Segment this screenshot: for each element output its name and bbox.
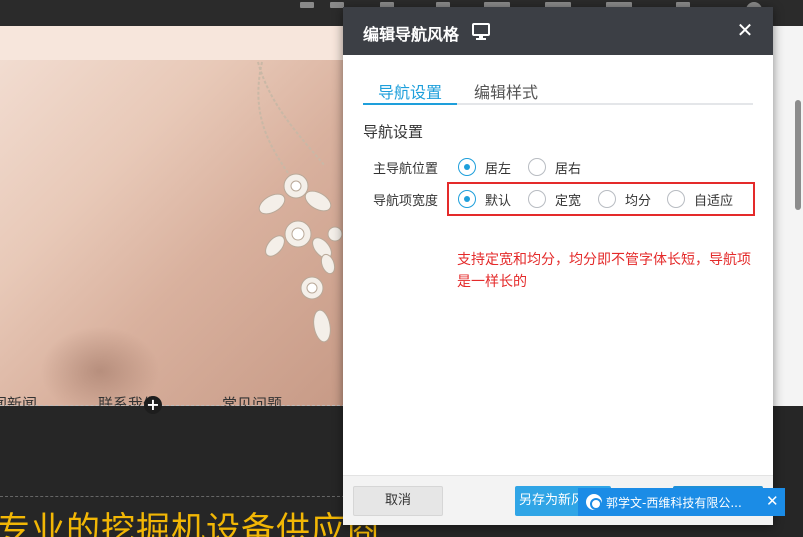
radio-icon-auto[interactable] (667, 190, 685, 208)
hero-banner: 闻新闻 联系我们 常见问题 (0, 26, 345, 406)
close-icon[interactable]: ✕ (766, 492, 779, 510)
necklace-image (257, 61, 343, 343)
radio-icon-equal[interactable] (598, 190, 616, 208)
section-title: 导航设置 (363, 123, 424, 141)
site-navbar: 闻新闻 联系我们 常见问题 (0, 381, 345, 406)
dialog-header: 编辑导航风格 ✕ (343, 7, 773, 55)
option-default-label[interactable]: 默认 (485, 190, 511, 209)
close-icon[interactable]: ✕ (735, 19, 755, 41)
active-tab-indicator (363, 103, 457, 105)
slogan-heading: 专业的挖掘机设备供应商 (0, 510, 381, 537)
page-right-edge (773, 26, 803, 406)
notification-app-icon (586, 494, 602, 510)
notification-text[interactable]: 郭学文-西维科技有限公... (606, 494, 756, 511)
nav-width-label: 导航项宽度 (373, 194, 439, 209)
toolbar-icon[interactable] (300, 2, 314, 8)
tab-nav-settings[interactable]: 导航设置 (378, 79, 442, 103)
monitor-icon (472, 23, 490, 40)
option-fixed-label[interactable]: 定宽 (555, 190, 581, 209)
tab-edit-style[interactable]: 编辑样式 (474, 79, 538, 103)
chat-notification[interactable]: 郭学文-西维科技有限公... ✕ (578, 488, 785, 516)
section-divider (0, 405, 345, 406)
radio-icon-left[interactable] (458, 158, 476, 176)
option-left-label[interactable]: 居左 (485, 158, 511, 177)
toolbar-icon[interactable] (330, 2, 344, 8)
editor-screen: 闻新闻 联系我们 常见问题 + 专业的挖掘机设备供应商 编辑导航风格 ✕ 导航设… (0, 0, 803, 537)
radio-icon-fixed[interactable] (528, 190, 546, 208)
option-auto-label[interactable]: 自适应 (694, 190, 733, 209)
annotation-text: 支持定宽和均分，均分即不管字体长短，导航项是一样长的 (457, 252, 751, 290)
section-divider-dark (0, 496, 345, 497)
add-section-button[interactable]: + (144, 396, 162, 414)
radio-icon-default[interactable] (458, 190, 476, 208)
edit-nav-style-dialog: 编辑导航风格 ✕ 导航设置 编辑样式 导航设置 主导航位置 居左 居右 导航项宽… (343, 7, 773, 525)
nav-position-label: 主导航位置 (373, 162, 439, 177)
dialog-tabs: 导航设置 编辑样式 (363, 75, 753, 105)
cancel-button[interactable]: 取消 (353, 486, 443, 516)
dialog-title: 编辑导航风格 (363, 25, 460, 44)
option-equal-label[interactable]: 均分 (625, 190, 651, 209)
option-right-label[interactable]: 居右 (555, 158, 581, 177)
radio-icon-right[interactable] (528, 158, 546, 176)
scrollbar-thumb[interactable] (795, 100, 801, 210)
